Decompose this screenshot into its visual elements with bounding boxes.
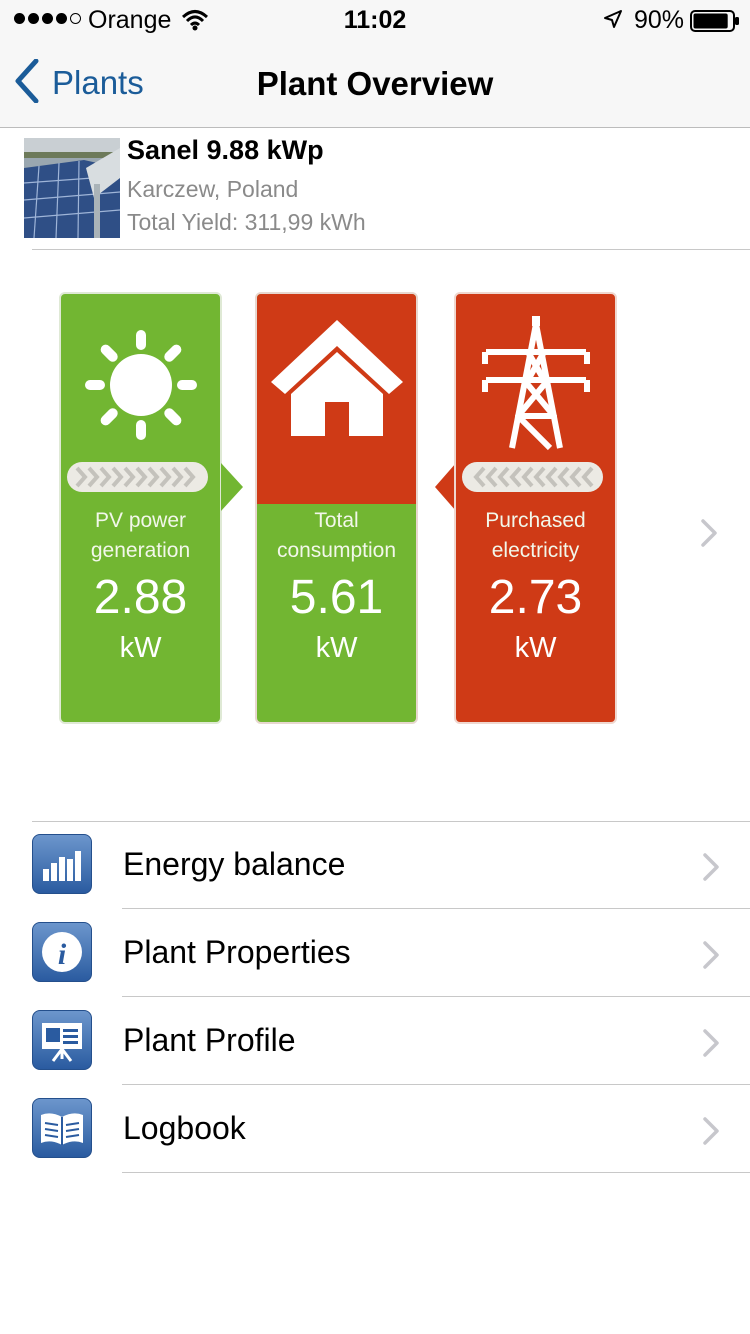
plant-photo <box>24 138 120 238</box>
pv-flow-bar <box>67 462 208 492</box>
chevron-right-icon <box>702 1028 720 1063</box>
plant-name: Sanel 9.88 kWp <box>127 135 324 165</box>
chevron-right-icon[interactable] <box>700 518 718 553</box>
menu-item-plant-properties[interactable]: i Plant Properties <box>0 909 750 997</box>
consumption-label: Total consumption <box>276 509 397 562</box>
grid-unit: kW <box>514 632 557 664</box>
status-bar: Orange 11:02 90% <box>0 0 750 40</box>
grid-label: Purchased electricity <box>485 509 586 562</box>
chevron-right-icon <box>702 1116 720 1151</box>
flow-arrow-left-icon <box>435 463 456 511</box>
battery-icon <box>690 10 740 37</box>
sun-icon <box>61 310 220 460</box>
grid-value: 2.73 <box>488 571 583 624</box>
page-title: Plant Overview <box>256 65 494 102</box>
navigation-bar: Plants Plant Overview <box>0 40 750 128</box>
power-pylon-icon <box>456 310 615 460</box>
pv-unit: kW <box>119 632 162 664</box>
info-icon: i <box>32 922 92 982</box>
menu-label: Logbook <box>123 1110 246 1146</box>
house-icon <box>257 310 416 460</box>
menu-label: Energy balance <box>123 846 346 882</box>
pv-label: PV power generation <box>90 509 191 562</box>
chevron-right-icon <box>702 940 720 975</box>
plant-header: Sanel 9.88 kWp Karczew, Poland Total Yie… <box>0 129 750 250</box>
menu-item-energy-balance[interactable]: Energy balance <box>0 821 750 909</box>
pv-generation-card: PV power generation 2.88 kW <box>59 292 222 724</box>
consumption-unit: kW <box>315 632 358 664</box>
plant-location: Karczew, Poland <box>127 176 299 202</box>
plant-total-yield: Total Yield: 311,99 kWh <box>127 209 366 235</box>
menu-item-plant-profile[interactable]: Plant Profile <box>0 997 750 1085</box>
pv-value: 2.88 <box>93 571 188 624</box>
book-icon <box>32 1098 92 1158</box>
presentation-icon <box>32 1010 92 1070</box>
total-consumption-card: Total consumption 5.61 kW <box>255 292 418 724</box>
chevron-right-icon <box>702 852 720 887</box>
location-arrow-icon <box>603 9 623 34</box>
svg-text:i: i <box>58 938 67 971</box>
consumption-value: 5.61 <box>289 571 384 624</box>
menu-item-logbook[interactable]: Logbook <box>0 1085 750 1173</box>
energy-flow-panel[interactable]: PV power generation 2.88 kW Total consum… <box>0 250 750 820</box>
purchased-electricity-card: Purchased electricity 2.73 kW <box>454 292 617 724</box>
battery-percentage: 90% <box>634 6 685 34</box>
flow-arrow-right-icon <box>221 463 243 511</box>
menu-label: Plant Properties <box>123 934 351 970</box>
menu-label: Plant Profile <box>123 1022 296 1058</box>
grid-flow-bar <box>462 462 603 492</box>
bar-chart-icon <box>32 834 92 894</box>
